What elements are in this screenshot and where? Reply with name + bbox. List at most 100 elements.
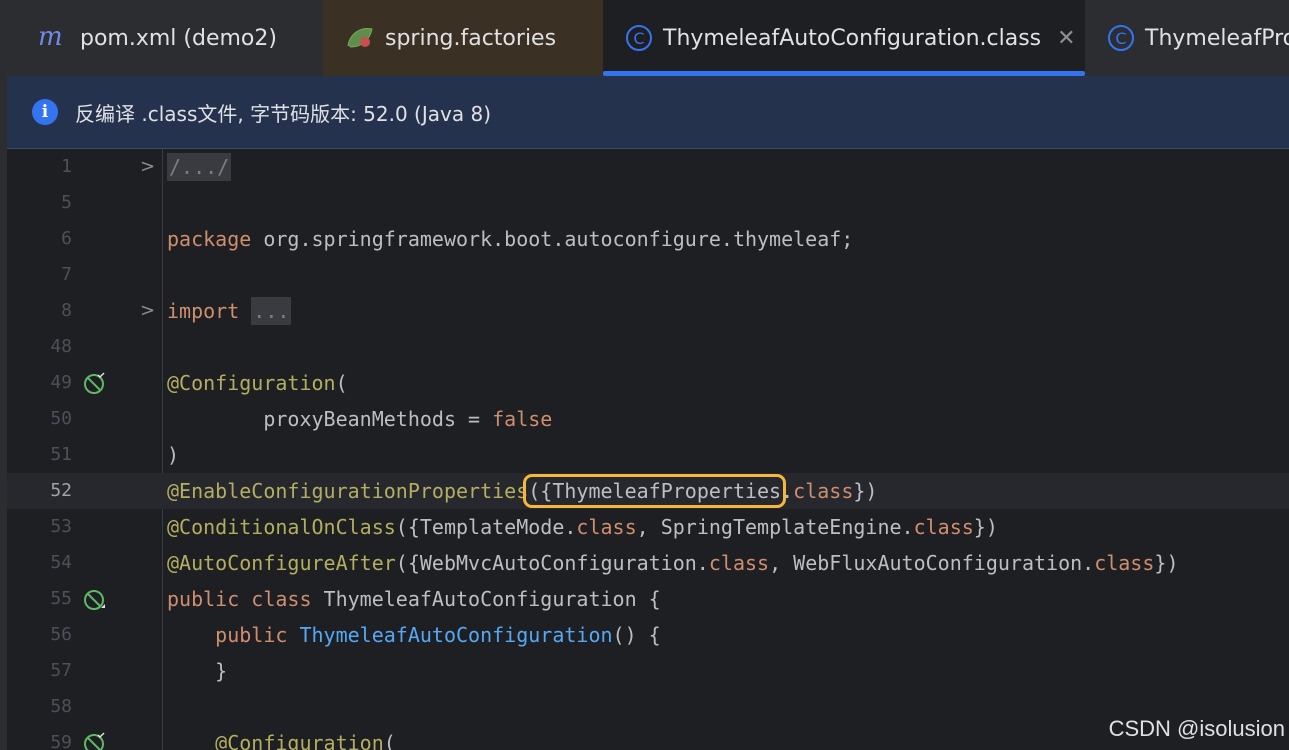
watermark: CSDN @isolusion — [1108, 716, 1285, 741]
annotation: @EnableConfigurationProperties — [167, 479, 529, 503]
code-line[interactable]: 54 @AutoConfigureAfter({WebMvcAutoConfig… — [7, 545, 1289, 581]
tab-pom-xml[interactable]: m pom.xml (demo2) — [7, 0, 323, 76]
code-text: }) — [973, 515, 998, 539]
line-number: 58 — [50, 696, 72, 717]
keyword: class — [913, 515, 974, 539]
code-text: {ThymeleafProperties — [540, 479, 782, 503]
code-line[interactable]: 7 — [7, 257, 1289, 293]
method-name: ThymeleafAutoConfiguration — [299, 623, 613, 647]
bean-gutter-icon[interactable] — [83, 732, 107, 750]
keyword: class — [708, 551, 770, 575]
annotation: @AutoConfigureAfter — [167, 551, 396, 575]
bean-gutter-icon[interactable] — [83, 372, 107, 400]
class-icon: C — [625, 24, 653, 52]
code-text: }) — [853, 479, 878, 503]
code-text: , SpringTemplateEngine. — [636, 515, 914, 539]
spring-icon — [345, 25, 375, 51]
line-number: 1 — [61, 156, 72, 177]
code-line[interactable]: 8 > import ... — [7, 293, 1289, 329]
editor-tab-bar: m pom.xml (demo2) spring.factories C Thy… — [7, 0, 1289, 76]
tab-spring-factories[interactable]: spring.factories — [323, 0, 603, 76]
code-line[interactable]: 59 @Configuration( — [7, 725, 1289, 750]
bean-gutter-icon[interactable] — [83, 588, 107, 616]
line-number: 6 — [61, 228, 72, 249]
code-line[interactable]: 53 @ConditionalOnClass({TemplateMode.cla… — [7, 509, 1289, 545]
keyword: public — [215, 623, 288, 647]
highlighted-selection: ({ThymeleafProperties — [523, 474, 787, 508]
banner-text: 反编译 .class文件, 字节码版本: 52.0 (Java 8) — [75, 101, 491, 126]
line-number: 59 — [50, 732, 72, 750]
line-number: 5 — [61, 192, 72, 213]
tab-label: pom.xml (demo2) — [80, 25, 277, 51]
code-line[interactable]: 50 proxyBeanMethods = false — [7, 401, 1289, 437]
line-number: 50 — [50, 408, 72, 429]
line-number: 51 — [50, 444, 72, 465]
code-text: ( — [335, 371, 348, 395]
folded-region[interactable]: ... — [251, 297, 292, 325]
code-text: ) — [167, 443, 180, 467]
decompiler-info-banner: i 反编译 .class文件, 字节码版本: 52.0 (Java 8) — [7, 76, 1289, 149]
code-text: ThymeleafAutoConfiguration { — [311, 587, 661, 611]
line-number: 56 — [50, 624, 72, 645]
line-number: 7 — [61, 264, 72, 285]
line-number: 54 — [50, 552, 72, 573]
code-line[interactable]: 48 — [7, 329, 1289, 365]
chevron-right-icon[interactable]: > — [140, 149, 155, 185]
code-text: proxyBeanMethods = — [167, 407, 493, 431]
chevron-right-icon[interactable]: > — [140, 293, 155, 329]
code-text: ({WebMvcAutoConfiguration. — [395, 551, 709, 575]
tab-label: spring.factories — [385, 25, 557, 51]
tab-label: ThymeleafPro — [1145, 25, 1289, 51]
code-line[interactable]: 5 — [7, 185, 1289, 221]
code-editor[interactable]: 1 > /.../ 5 6 package org.springframewor… — [7, 149, 1289, 750]
line-number: 49 — [50, 372, 72, 393]
code-text: }) — [1154, 551, 1179, 575]
code-text: ( — [383, 731, 396, 750]
keyword: package — [167, 227, 252, 251]
code-line[interactable]: 58 — [7, 689, 1289, 725]
code-line[interactable]: 51 ) — [7, 437, 1289, 473]
keyword: class — [251, 587, 312, 611]
code-text: org.springframework.boot.autoconfigure.t… — [251, 227, 854, 251]
svg-text:C: C — [1115, 29, 1126, 48]
line-number: 55 — [50, 588, 72, 609]
code-text: , WebFluxAutoConfiguration. — [769, 551, 1095, 575]
code-text: ( — [528, 479, 541, 503]
annotation: @Configuration — [215, 731, 384, 750]
annotation: @Configuration — [167, 371, 336, 395]
code-text: ({TemplateMode. — [395, 515, 577, 539]
tab-thymeleaf-auto-configuration[interactable]: C ThymeleafAutoConfiguration.class ✕ — [603, 0, 1085, 76]
line-number: 57 — [50, 660, 72, 681]
svg-text:m: m — [38, 25, 63, 51]
code-line[interactable]: 1 > /.../ — [7, 149, 1289, 185]
folded-region[interactable]: /.../ — [167, 153, 232, 181]
keyword: false — [492, 407, 553, 431]
keyword: public — [167, 587, 240, 611]
keyword: class — [576, 515, 637, 539]
line-number: 52 — [50, 480, 72, 501]
line-number: 48 — [50, 336, 72, 357]
code-line[interactable]: 57 } — [7, 653, 1289, 689]
keyword: import — [167, 299, 240, 323]
svg-text:C: C — [633, 29, 644, 48]
close-icon[interactable]: ✕ — [1057, 26, 1075, 51]
code-line[interactable]: 49 @Configuration( — [7, 365, 1289, 401]
keyword: class — [793, 479, 854, 503]
code-line[interactable]: 6 package org.springframework.boot.autoc… — [7, 221, 1289, 257]
keyword: class — [1094, 551, 1155, 575]
class-icon: C — [1107, 24, 1135, 52]
maven-icon: m — [38, 25, 70, 51]
code-line[interactable]: 55 public class ThymeleafAutoConfigurati… — [7, 581, 1289, 617]
code-line[interactable]: 56 public ThymeleafAutoConfiguration() { — [7, 617, 1289, 653]
line-number: 8 — [61, 300, 72, 321]
info-icon: i — [32, 99, 58, 125]
current-code-line[interactable]: 52 @EnableConfigurationProperties({Thyme… — [7, 473, 1289, 509]
tab-thymeleaf-properties[interactable]: C ThymeleafPro — [1085, 0, 1289, 76]
code-text: } — [167, 659, 228, 683]
code-text: () { — [612, 623, 661, 647]
